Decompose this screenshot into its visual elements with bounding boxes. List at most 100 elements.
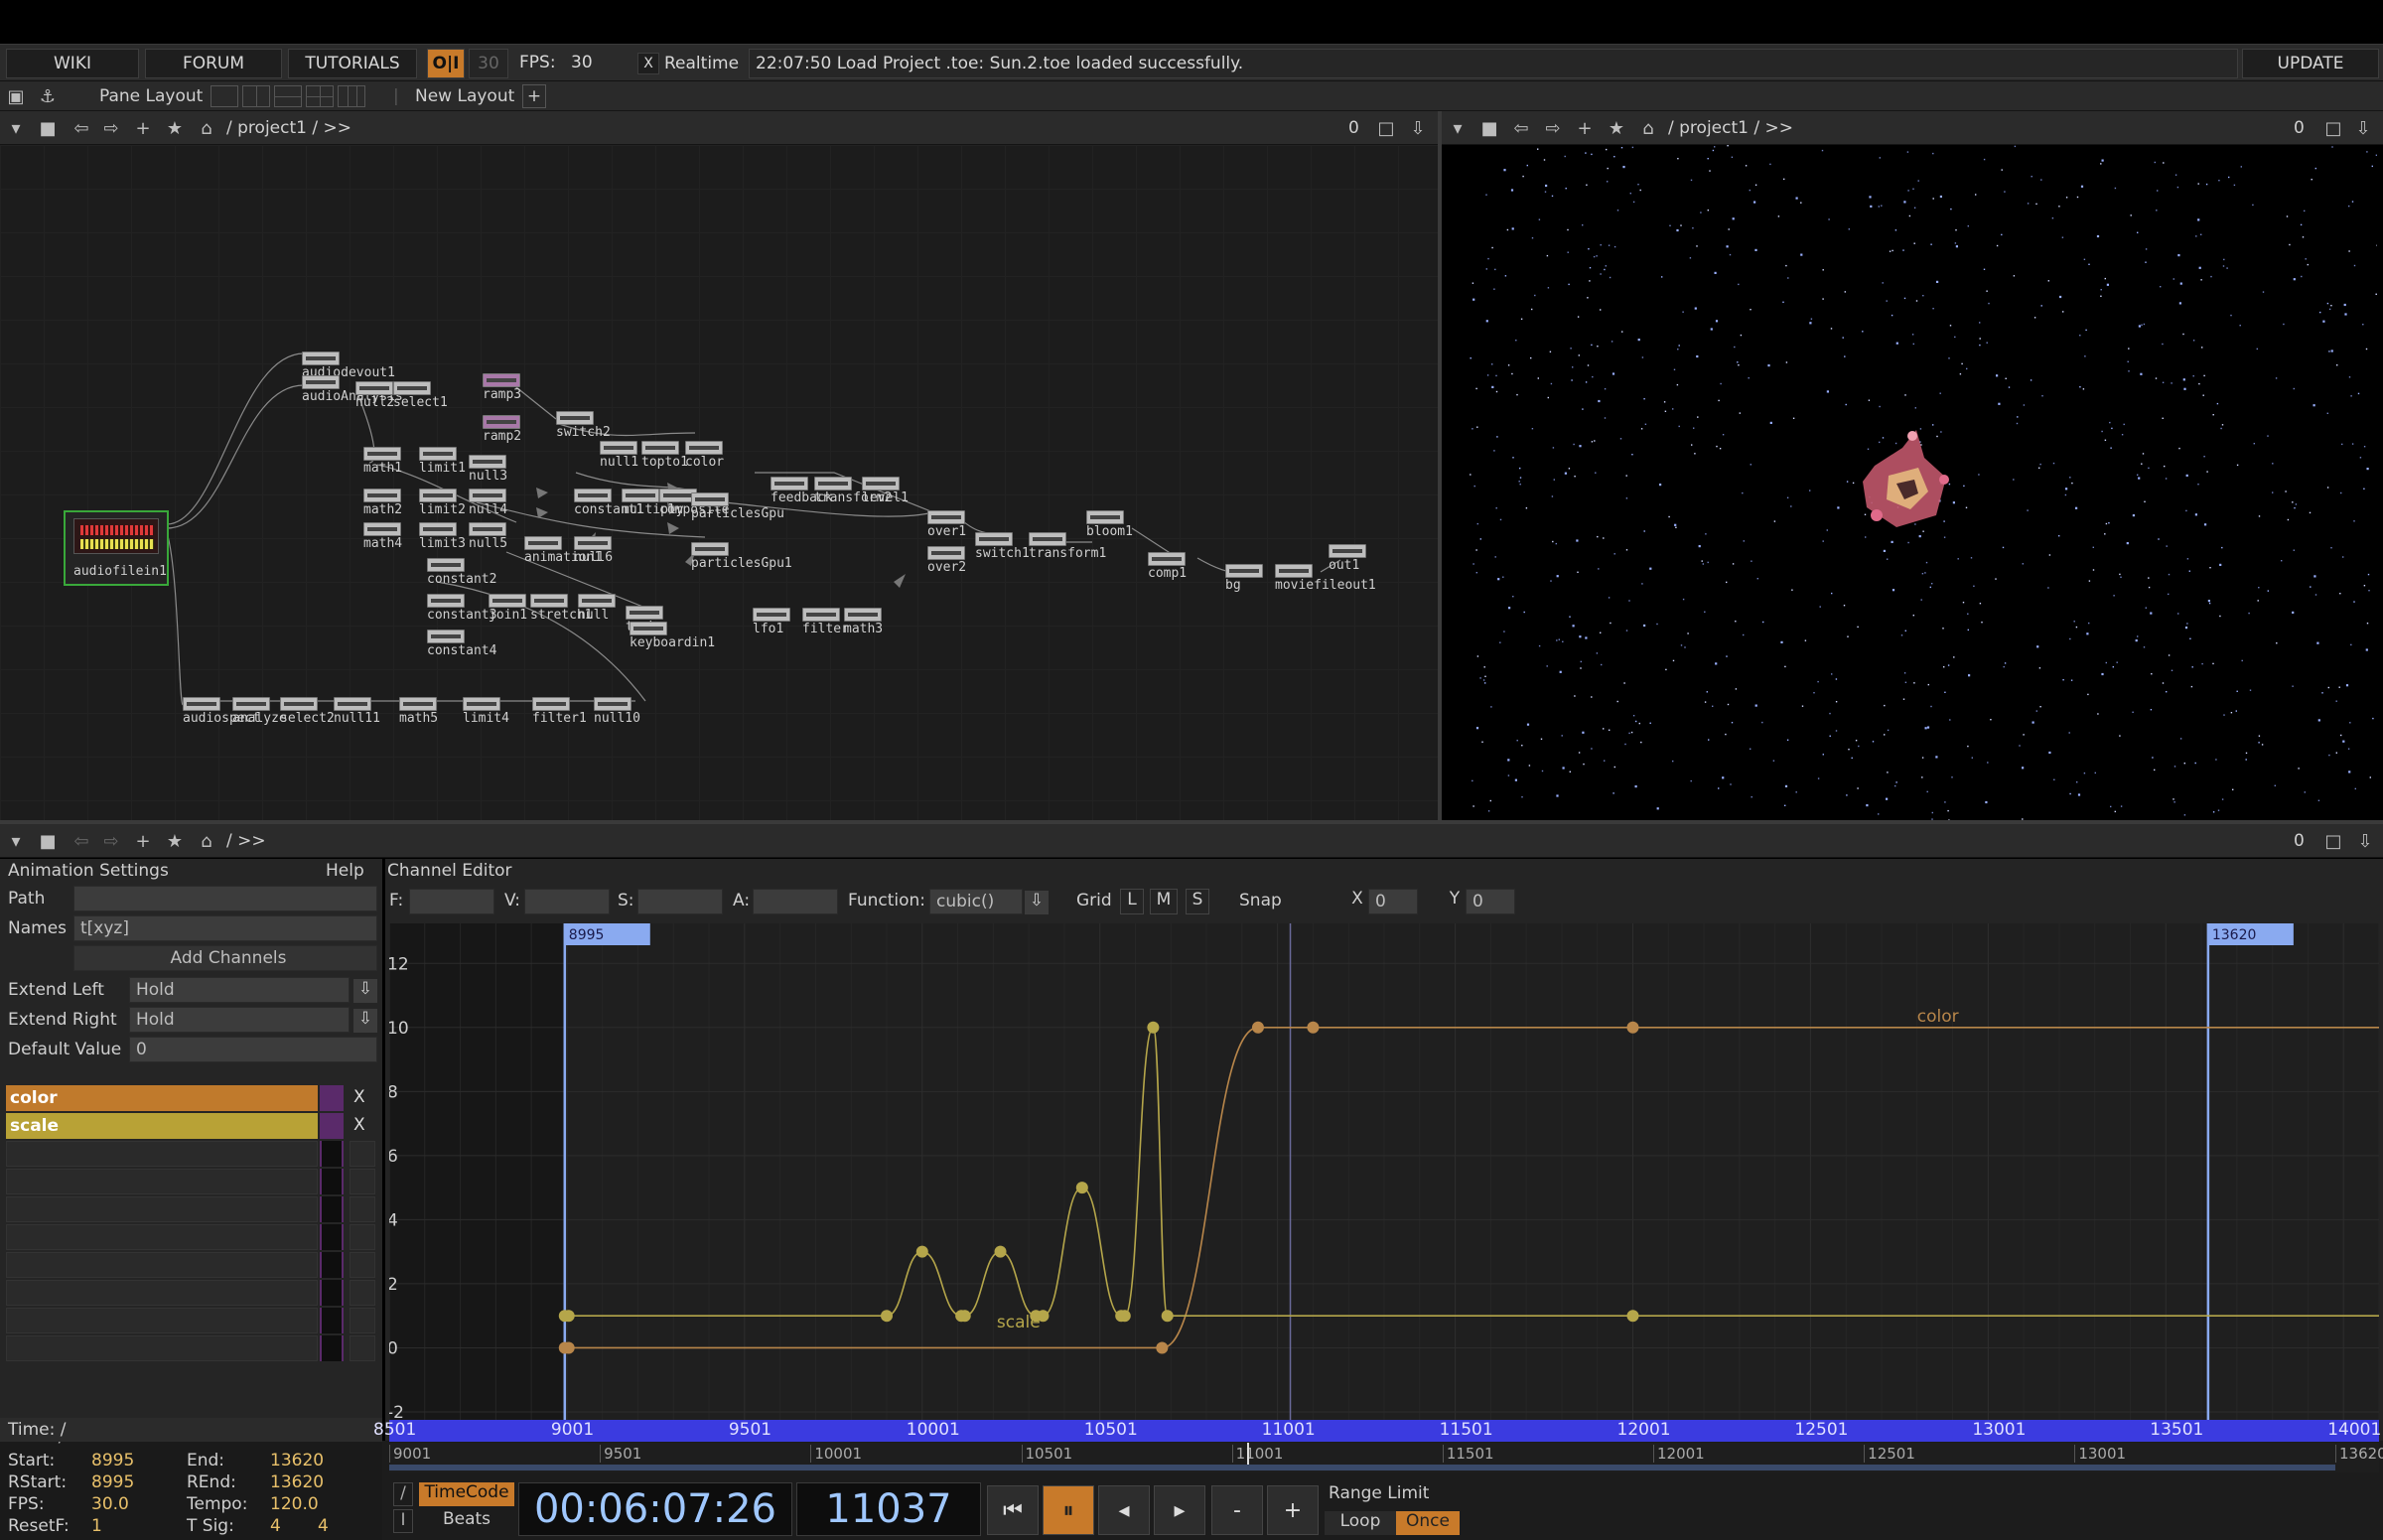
node-constant1[interactable] xyxy=(574,489,612,502)
update-button[interactable]: UPDATE xyxy=(2242,49,2379,78)
node-math3[interactable] xyxy=(844,608,882,622)
keyframe-color[interactable] xyxy=(1251,1021,1264,1034)
node-over2[interactable] xyxy=(927,546,965,560)
tsig-numerator[interactable]: 4 xyxy=(270,1516,281,1536)
node-filter[interactable] xyxy=(802,608,840,622)
node-lfo1[interactable] xyxy=(753,608,790,622)
s-field[interactable] xyxy=(637,889,723,914)
node-join1[interactable] xyxy=(489,594,526,608)
pane-menu-icon[interactable]: ▾ xyxy=(1446,116,1470,140)
resetf-value[interactable]: 1 xyxy=(91,1516,102,1536)
node-limit4[interactable] xyxy=(463,697,500,711)
channel-scale[interactable]: scale xyxy=(6,1113,318,1139)
node-level1[interactable] xyxy=(862,477,900,490)
bookmark-icon[interactable]: ★ xyxy=(163,829,187,853)
node-ramp3[interactable] xyxy=(483,373,520,387)
pane-divider[interactable] xyxy=(1438,111,1442,820)
home-icon[interactable]: ⌂ xyxy=(195,829,218,853)
pause-button[interactable]: ⏸ xyxy=(1043,1485,1094,1535)
oi-button[interactable]: O|I xyxy=(427,49,465,78)
node-out1[interactable] xyxy=(1329,544,1366,558)
node-color[interactable] xyxy=(685,441,723,455)
extend-left-select[interactable]: Hold xyxy=(129,977,350,1003)
out-of-range-left[interactable] xyxy=(389,923,565,1420)
node-constant4[interactable] xyxy=(427,630,465,643)
grid-s-button[interactable]: S xyxy=(1186,889,1209,914)
channel-graph-svg[interactable]: 12 10 8 6 4 2 0 -2 8995 13620 color scale xyxy=(387,923,2380,1423)
node-null11[interactable] xyxy=(334,697,371,711)
keyframe-color[interactable] xyxy=(1156,1341,1169,1354)
bookmark-icon[interactable]: ★ xyxy=(1605,116,1628,140)
node-select2[interactable] xyxy=(280,697,318,711)
node-analyze[interactable] xyxy=(232,697,270,711)
grid-l-button[interactable]: L xyxy=(1120,889,1144,914)
snap-y-field[interactable]: 0 xyxy=(1466,889,1515,914)
node-animation1[interactable] xyxy=(524,536,562,550)
node-multiply[interactable] xyxy=(622,489,659,502)
split-icon[interactable]: ⇩ xyxy=(2351,116,2375,140)
keyframe-scale[interactable] xyxy=(1075,1182,1088,1194)
timecode-radio[interactable]: / xyxy=(393,1482,413,1506)
beats-button[interactable]: Beats xyxy=(419,1509,514,1533)
node-bg[interactable] xyxy=(1225,564,1263,578)
names-field[interactable]: t[xyz] xyxy=(73,915,377,941)
node-moviefileout1[interactable] xyxy=(1275,564,1313,578)
keyframe-scale[interactable] xyxy=(1161,1310,1174,1323)
once-button[interactable]: Once xyxy=(1396,1511,1460,1535)
rewind-button[interactable]: ⏮ xyxy=(987,1485,1039,1535)
channel-scale-swatch[interactable] xyxy=(320,1113,344,1139)
stop-icon[interactable]: ■ xyxy=(36,116,60,140)
node-limit1[interactable] xyxy=(419,447,457,461)
channel-graph[interactable]: 12 10 8 6 4 2 0 -2 8995 13620 color scale xyxy=(387,923,2380,1423)
channel-scale-delete[interactable]: X xyxy=(353,1115,365,1135)
stop-icon[interactable]: ■ xyxy=(1477,116,1501,140)
fps-time-value[interactable]: 30.0 xyxy=(91,1494,129,1514)
fps-value[interactable]: 30 xyxy=(571,53,593,72)
node-transform2[interactable] xyxy=(814,477,852,490)
keyframe-color[interactable] xyxy=(1307,1021,1320,1034)
home-icon[interactable]: ⌂ xyxy=(1636,116,1660,140)
loop-button[interactable]: Loop xyxy=(1325,1511,1396,1535)
time-ruler-top[interactable]: 8501 9001 9501 10001 10501 11001 11501 12001 125… xyxy=(373,1420,2381,1442)
split-icon[interactable]: ⇩ xyxy=(1406,116,1430,140)
function-dropdown-icon[interactable]: ⇩ xyxy=(1025,891,1049,914)
tutorials-button[interactable]: TUTORIALS xyxy=(288,49,417,78)
maximize-icon[interactable]: □ xyxy=(2321,829,2345,853)
forward-icon[interactable]: ⇨ xyxy=(99,829,123,853)
node-keyboardin1[interactable] xyxy=(630,622,667,635)
node-math5[interactable] xyxy=(399,697,437,711)
tempo-value[interactable]: 120.0 xyxy=(270,1494,319,1514)
pane-menu-icon[interactable]: ▾ xyxy=(4,829,28,853)
audiofilein-node[interactable]: audiofilein1 xyxy=(64,510,169,586)
node-stretch1[interactable] xyxy=(530,594,568,608)
beats-radio[interactable]: I xyxy=(393,1509,413,1533)
back-icon[interactable]: ⇦ xyxy=(70,116,93,140)
node-math1[interactable] xyxy=(363,447,401,461)
layout-single-button[interactable] xyxy=(210,85,238,107)
node-transform1[interactable] xyxy=(1029,532,1066,546)
extend-right-dropdown-icon[interactable]: ⇩ xyxy=(353,1009,377,1033)
viewer-path[interactable]: / project1 / >> xyxy=(1668,118,1793,138)
tsig-denominator[interactable]: 4 xyxy=(318,1516,329,1536)
new-layout-label[interactable]: New Layout xyxy=(415,86,514,106)
node-null4[interactable] xyxy=(469,489,506,502)
pane-menu-icon[interactable]: ▾ xyxy=(4,116,28,140)
home-icon[interactable]: ⌂ xyxy=(195,116,218,140)
keyframe-color[interactable] xyxy=(1626,1021,1639,1034)
node-topto1[interactable] xyxy=(641,441,679,455)
forward-icon[interactable]: ⇨ xyxy=(1541,116,1565,140)
snap-x-field[interactable]: 0 xyxy=(1368,889,1418,914)
node-null3[interactable] xyxy=(469,455,506,469)
image-icon[interactable]: ▣ xyxy=(4,84,28,108)
playhead[interactable] xyxy=(1246,1443,1249,1465)
add-icon[interactable]: + xyxy=(131,829,155,853)
step-forward-button[interactable]: ▸ xyxy=(1154,1485,1205,1535)
node-limit3[interactable] xyxy=(419,522,457,536)
keyframe-color[interactable] xyxy=(562,1341,575,1354)
node-over1[interactable] xyxy=(927,510,965,524)
keyframe-scale[interactable] xyxy=(562,1310,575,1323)
add-icon[interactable]: + xyxy=(131,116,155,140)
node-select1[interactable] xyxy=(393,381,431,395)
realtime-checkbox[interactable]: X xyxy=(637,53,659,74)
node-filter1[interactable] xyxy=(532,697,570,711)
